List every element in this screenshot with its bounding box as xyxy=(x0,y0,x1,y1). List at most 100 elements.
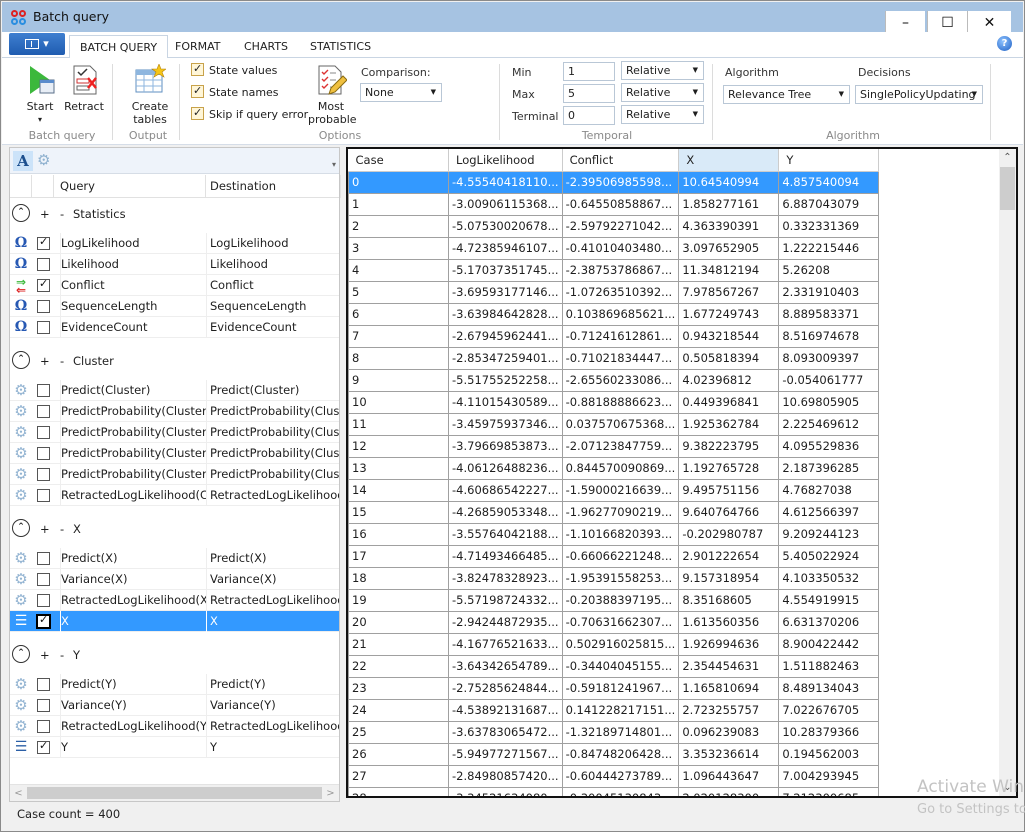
results-row[interactable]: 13 -4.06126488236... 0.844570090869... 1.19… xyxy=(348,456,880,480)
decisions-dropdown[interactable]: SinglePolicyUpdating ▼ xyxy=(855,85,983,104)
cell-y[interactable]: 4.857540094 xyxy=(778,170,880,194)
cell-x[interactable]: 4.02396812 xyxy=(678,368,780,392)
cell-case[interactable]: 25 xyxy=(348,720,449,744)
cell-conflict[interactable]: -0.59181241967... xyxy=(562,676,680,700)
cell-y[interactable]: 7.004293945 xyxy=(778,764,880,788)
cell-conflict[interactable]: -2.38753786867... xyxy=(562,258,680,282)
cell-y[interactable]: 4.554919915 xyxy=(778,588,880,612)
collapse-chevron-icon[interactable]: ⌃ xyxy=(12,351,30,369)
query-destination[interactable]: X xyxy=(206,611,339,632)
results-row[interactable]: 20 -2.94244872935... -0.70631662307... 1.61… xyxy=(348,610,880,634)
cell-case[interactable]: 16 xyxy=(348,522,449,546)
scrollbar-thumb[interactable] xyxy=(1000,167,1015,210)
query-destination[interactable]: Variance(Y) xyxy=(206,695,339,716)
cell-x[interactable]: 0.943218544 xyxy=(678,324,780,348)
cell-conflict[interactable]: -0.88188886623... xyxy=(562,390,680,414)
column-header-y[interactable]: Y xyxy=(778,149,880,172)
query-destination[interactable]: Predict(X) xyxy=(206,548,339,569)
cell-conflict[interactable]: 0.844570090869... xyxy=(562,456,680,480)
cell-x[interactable]: 0.096239083 xyxy=(678,720,780,744)
cell-loglikelihood[interactable]: -2.94244872935... xyxy=(448,610,563,634)
scroll-left-icon[interactable]: < xyxy=(10,785,27,802)
query-destination[interactable]: PredictProbability(Cluste xyxy=(206,443,339,464)
checkbox-icon[interactable] xyxy=(191,83,204,99)
cell-y[interactable]: 1.511882463 xyxy=(778,654,880,678)
cell-loglikelihood[interactable]: -2.84980857420... xyxy=(448,764,563,788)
query-include-checkbox[interactable] xyxy=(36,613,51,629)
query-include-checkbox[interactable] xyxy=(37,321,50,334)
cell-loglikelihood[interactable]: -4.55540418110... xyxy=(448,170,563,194)
query-destination[interactable]: Variance(X) xyxy=(206,569,339,590)
results-row[interactable]: 17 -4.71493466485... -0.66066221248... 2.90… xyxy=(348,544,880,568)
cell-loglikelihood[interactable]: -3.00906115368... xyxy=(448,192,563,216)
cell-conflict[interactable]: -1.10166820393... xyxy=(562,522,680,546)
cell-case[interactable]: 7 xyxy=(348,324,449,348)
cell-conflict[interactable]: -0.71021834447... xyxy=(562,346,680,370)
cell-loglikelihood[interactable]: -5.17037351745... xyxy=(448,258,563,282)
query-destination[interactable]: RetractedLogLikelihood( xyxy=(206,590,339,611)
cell-case[interactable]: 26 xyxy=(348,742,449,766)
cell-y[interactable]: 6.887043079 xyxy=(778,192,880,216)
tab-format[interactable]: FORMAT xyxy=(165,37,231,59)
cell-x[interactable]: 2.354454631 xyxy=(678,654,780,678)
cell-x[interactable]: 4.363390391 xyxy=(678,214,780,238)
cell-case[interactable]: 18 xyxy=(348,566,449,590)
cell-loglikelihood[interactable]: -3.79669853873... xyxy=(448,434,563,458)
collapse-all-button[interactable]: - xyxy=(60,522,64,536)
cell-y[interactable]: 4.103350532 xyxy=(778,566,880,590)
cell-y[interactable]: 4.76827038 xyxy=(778,478,880,502)
query-row[interactable]: ⚙ Predict(X) Predict(X) xyxy=(10,548,339,569)
terminal-input[interactable]: 0 xyxy=(563,106,615,125)
cell-conflict[interactable]: -0.71241612861... xyxy=(562,324,680,348)
start-dropdown-arrow-icon[interactable]: ▾ xyxy=(22,113,58,126)
collapse-chevron-icon[interactable]: ⌃ xyxy=(12,519,30,537)
algorithm-dropdown[interactable]: Relevance Tree ▼ xyxy=(723,85,850,104)
cell-y[interactable]: 8.889583371 xyxy=(778,302,880,326)
cell-y[interactable]: 6.631370206 xyxy=(778,610,880,634)
results-row[interactable]: 4 -5.17037351745... -2.38753786867... 11.34… xyxy=(348,258,880,282)
cell-loglikelihood[interactable]: -3.34521634080... xyxy=(448,786,563,796)
query-destination[interactable]: RetractedLogLikelihood( xyxy=(206,716,339,737)
terminal-mode-dropdown[interactable]: Relative ▼ xyxy=(621,105,704,124)
cell-case[interactable]: 8 xyxy=(348,346,449,370)
cell-conflict[interactable]: 0.037570675368... xyxy=(562,412,680,436)
query-row[interactable]: ⇒⇐ ConflictConflict xyxy=(10,275,339,296)
collapse-all-button[interactable]: - xyxy=(60,354,64,368)
cell-loglikelihood[interactable]: -5.57198724332... xyxy=(448,588,563,612)
expand-all-button[interactable]: + xyxy=(40,522,50,536)
cell-case[interactable]: 15 xyxy=(348,500,449,524)
cell-loglikelihood[interactable]: -3.45975937346... xyxy=(448,412,563,436)
collapse-chevron-icon[interactable]: ⌃ xyxy=(12,645,30,663)
query-destination[interactable]: PredictProbability(Cluste xyxy=(206,422,339,443)
cell-loglikelihood[interactable]: -4.06126488236... xyxy=(448,456,563,480)
query-row[interactable]: Ω Likelihood Likelihood xyxy=(10,254,339,275)
cell-x[interactable]: 3.097652905 xyxy=(678,236,780,260)
expand-all-button[interactable]: + xyxy=(40,207,50,221)
alphabetical-sort-button[interactable]: A xyxy=(13,151,33,171)
scroll-up-icon[interactable]: ⌃ xyxy=(999,149,1016,166)
cell-loglikelihood[interactable]: -4.16776521633... xyxy=(448,632,563,656)
cell-x[interactable]: 2.901222654 xyxy=(678,544,780,568)
cell-case[interactable]: 0 xyxy=(348,170,449,194)
cell-case[interactable]: 24 xyxy=(348,698,449,722)
query-include-checkbox[interactable] xyxy=(37,468,50,481)
cell-conflict[interactable]: -2.59792271042... xyxy=(562,214,680,238)
cell-y[interactable]: 10.28379366 xyxy=(778,720,880,744)
cell-x[interactable]: 1.613560356 xyxy=(678,610,780,634)
query-include-checkbox[interactable] xyxy=(37,678,50,691)
cell-loglikelihood[interactable]: -4.26859053348... xyxy=(448,500,563,524)
cell-case[interactable]: 22 xyxy=(348,654,449,678)
query-include-checkbox[interactable] xyxy=(37,277,50,292)
create-tables-button[interactable]: Create tables xyxy=(127,63,173,126)
cell-case[interactable]: 4 xyxy=(348,258,449,282)
query-destination[interactable]: PredictProbability(Cluste xyxy=(206,401,339,422)
cell-y[interactable]: 2.225469612 xyxy=(778,412,880,436)
cell-x[interactable]: 9.495751156 xyxy=(678,478,780,502)
cell-loglikelihood[interactable]: -4.71493466485... xyxy=(448,544,563,568)
query-destination[interactable]: Predict(Y) xyxy=(206,674,339,695)
results-row[interactable]: 28 -3.34521634080... -0.30045130843... 2.02… xyxy=(348,786,880,796)
cell-x[interactable]: 0.449396841 xyxy=(678,390,780,414)
cell-y[interactable]: 5.405022924 xyxy=(778,544,880,568)
cell-conflict[interactable]: 0.141228217151... xyxy=(562,698,680,722)
column-header-loglikelihood[interactable]: LogLikelihood xyxy=(448,149,563,172)
